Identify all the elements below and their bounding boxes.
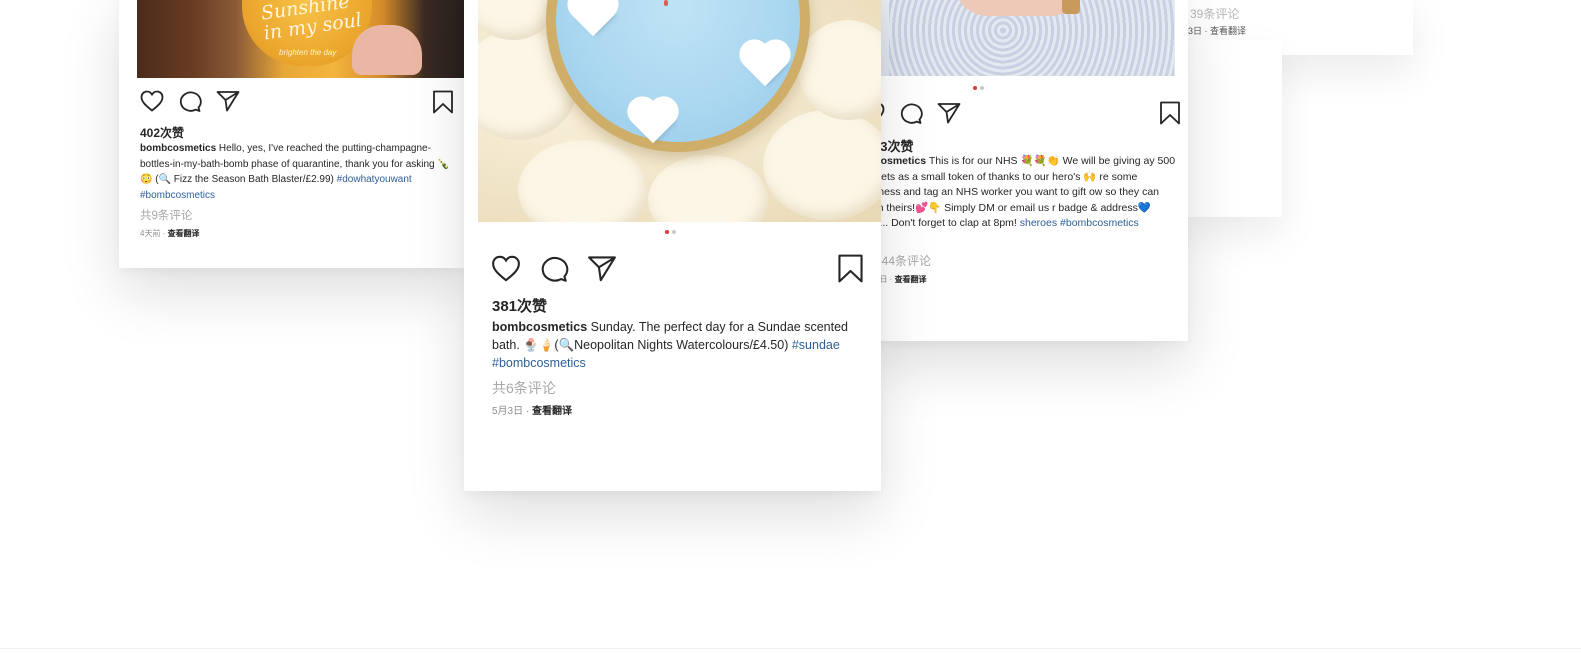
see-translation-link[interactable]: 查看翻译: [168, 229, 200, 238]
petal-graphic: [763, 110, 881, 220]
back-post-card-2: [1180, 40, 1282, 217]
view-comments-link[interactable]: 共6条评论: [492, 378, 556, 398]
heart-icon[interactable]: [491, 255, 521, 282]
post-photo-dress[interactable]: [879, 0, 1175, 76]
bottom-divider: [0, 648, 1581, 649]
post-date: 4天前: [140, 229, 161, 238]
post-photo-jar[interactable]: Sunshine in my soul brighten the day: [137, 0, 464, 78]
post-card-center: 381次赞 bombcosmetics Sunday. The perfect …: [464, 0, 881, 491]
post-hashtags[interactable]: sheroes #bombcosmetics: [1020, 217, 1139, 229]
petal-graphic: [648, 155, 768, 222]
candle-wick-graphic: [664, 0, 668, 6]
back-post-meta: 3日 · 查看翻译: [1188, 26, 1247, 36]
post-photo-candle[interactable]: [478, 0, 881, 222]
hand-graphic: [352, 25, 422, 75]
post-card-left: Sunshine in my soul brighten the day 402…: [119, 0, 467, 268]
post-likes-count[interactable]: 402次赞: [140, 124, 184, 141]
post-username[interactable]: bombcosmetics: [140, 143, 216, 154]
bookmark-icon[interactable]: [1159, 101, 1181, 125]
carousel-dots: [973, 86, 984, 90]
post-meta: 5月3日 · 查看翻译: [492, 406, 573, 417]
post-actions: [869, 102, 961, 124]
post-caption: bombcosmetics Hello, yes, I've reached t…: [140, 141, 460, 203]
see-translation-link[interactable]: 查看翻译: [532, 406, 572, 417]
carousel-dot-active: [665, 230, 669, 234]
view-comments-link[interactable]: 644条评论: [875, 252, 931, 269]
post-likes-count[interactable]: 381次赞: [492, 295, 547, 316]
bookmark-icon[interactable]: [432, 90, 454, 114]
share-icon[interactable]: [216, 90, 240, 112]
carousel-dot-active: [973, 86, 977, 90]
share-icon[interactable]: [587, 255, 617, 282]
post-caption: bombcosmetics Sunday. The perfect day fo…: [492, 318, 868, 372]
post-caption: mbcosmetics This is for our NHS 💐💐👏 We w…: [869, 154, 1177, 232]
carousel-dots: [665, 230, 676, 234]
comment-icon[interactable]: [178, 90, 202, 112]
petal-graphic: [518, 140, 648, 222]
back-post-comments[interactable]: 39条评论: [1190, 5, 1239, 22]
post-card-right: 93次赞 mbcosmetics This is for our NHS 💐💐👏…: [869, 0, 1188, 341]
post-meta: 4天前 · 查看翻译: [140, 229, 200, 238]
post-actions: [491, 255, 617, 282]
post-username[interactable]: bombcosmetics: [492, 320, 587, 334]
see-translation-link[interactable]: 查看翻译: [895, 275, 927, 284]
post-actions: [140, 90, 240, 112]
carousel-dot: [980, 86, 984, 90]
post-meta: 3日 · 查看翻译: [875, 275, 927, 284]
comment-icon[interactable]: [899, 102, 923, 124]
post-date: 5月3日: [492, 406, 524, 417]
comment-icon[interactable]: [539, 255, 569, 282]
bookmark-icon[interactable]: [837, 253, 864, 284]
heart-icon[interactable]: [140, 90, 164, 112]
view-comments-link[interactable]: 共9条评论: [140, 207, 192, 223]
petal-graphic: [798, 20, 881, 120]
instagram-posts-showcase: 39条评论 3日 · 查看翻译 Sunshine in my soul brig…: [0, 0, 1581, 656]
watch-graphic: [1062, 0, 1080, 14]
carousel-dot: [672, 230, 676, 234]
share-icon[interactable]: [937, 102, 961, 124]
jar-sub-text: brighten the day: [279, 48, 337, 57]
